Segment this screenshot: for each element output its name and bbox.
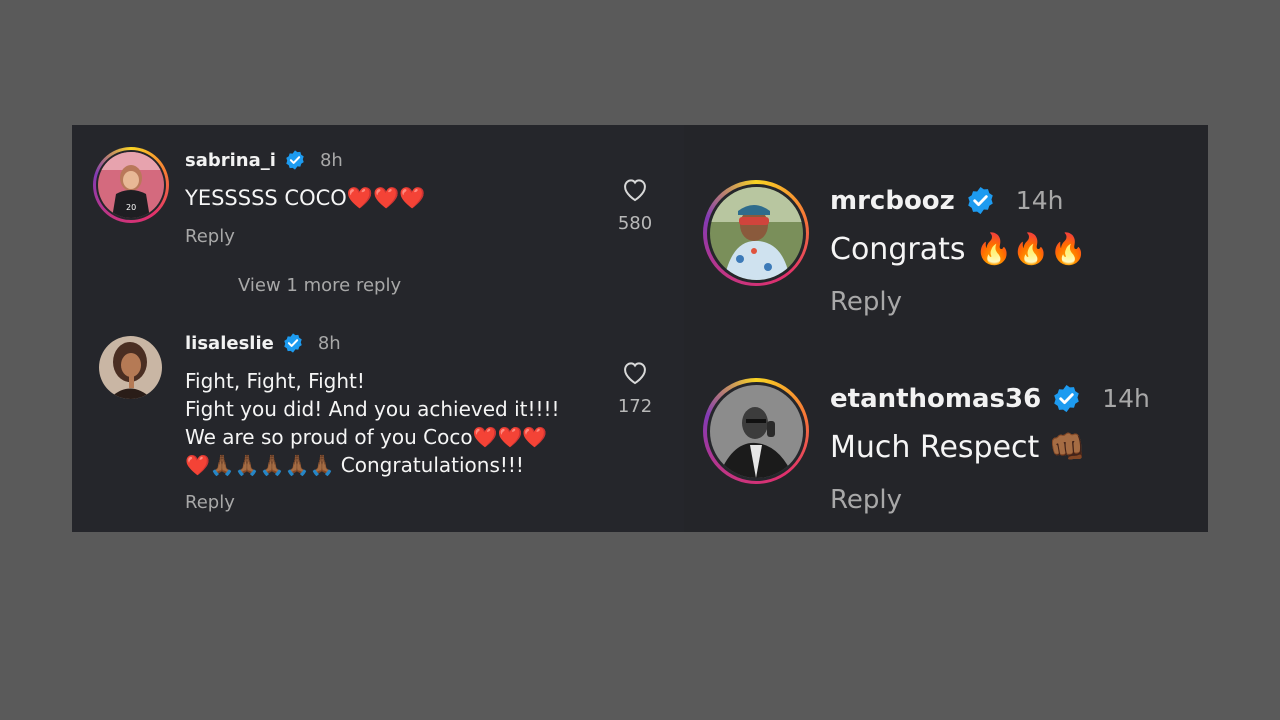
timestamp: 14h (1015, 186, 1064, 215)
reply-button[interactable]: Reply (185, 492, 235, 513)
comment-lisaleslie: lisaleslie 8h Fight, Fight, Fight! Fight… (72, 325, 684, 532)
svg-text:20: 20 (126, 203, 136, 212)
timestamp: 14h (1102, 384, 1150, 413)
username[interactable]: etanthomas36 (830, 384, 1041, 414)
comment-etanthomas36: etanthomas36 14h Much Respect 👊🏾 Reply (684, 325, 1208, 532)
comment-text: Much Respect 👊🏾 (830, 430, 1087, 465)
comment-text: YESSSSS COCO❤️❤️❤️ (185, 186, 426, 210)
like-count: 172 (617, 396, 653, 417)
avatar[interactable] (703, 180, 809, 286)
left-comments-panel: 20 sabrina_i 8h YESSSSS COCO❤️❤️❤️ Reply… (72, 125, 684, 532)
comment-sabrina: 20 sabrina_i 8h YESSSSS COCO❤️❤️❤️ Reply… (72, 125, 684, 325)
avatar[interactable]: 20 (93, 147, 169, 223)
timestamp: 8h (319, 149, 343, 171)
heart-icon[interactable] (621, 359, 649, 385)
avatar-photo-icon (99, 336, 162, 399)
avatar[interactable] (703, 378, 809, 484)
heart-icon[interactable] (621, 176, 649, 202)
username[interactable]: sabrina_i (185, 150, 276, 171)
reply-button[interactable]: Reply (185, 226, 235, 247)
comment-text-line-4: ❤️🙏🏾🙏🏾🙏🏾🙏🏾🙏🏾 Congratulations!!! (185, 453, 524, 477)
comment-text-line-1: Fight, Fight, Fight! (185, 369, 365, 393)
avatar[interactable] (99, 336, 162, 399)
view-more-replies-button[interactable]: View 1 more reply (238, 275, 401, 296)
username[interactable]: lisaleslie (185, 333, 274, 354)
avatar-photo-icon (709, 384, 803, 478)
comment-text-line-3: We are so proud of you Coco❤️❤️❤️ (185, 425, 548, 449)
comment-text-line-2: Fight you did! And you achieved it!!!! (185, 397, 560, 421)
username[interactable]: mrcbooz (830, 186, 955, 216)
comment-text: Congrats 🔥🔥🔥 (830, 232, 1088, 267)
verified-badge-icon (1054, 384, 1079, 413)
avatar-photo-icon (709, 186, 803, 280)
verified-badge-icon (286, 150, 304, 170)
verified-badge-icon (284, 333, 302, 353)
reply-button[interactable]: Reply (830, 287, 902, 317)
verified-badge-icon (968, 186, 993, 215)
comment-mrcbooz: mrcbooz 14h Congrats 🔥🔥🔥 Reply (684, 125, 1208, 325)
right-comments-panel: mrcbooz 14h Congrats 🔥🔥🔥 Reply etanthoma… (684, 125, 1208, 532)
avatar-photo-icon: 20 (98, 152, 164, 218)
like-count: 580 (617, 213, 653, 234)
timestamp: 8h (317, 332, 341, 354)
reply-button[interactable]: Reply (830, 485, 902, 515)
